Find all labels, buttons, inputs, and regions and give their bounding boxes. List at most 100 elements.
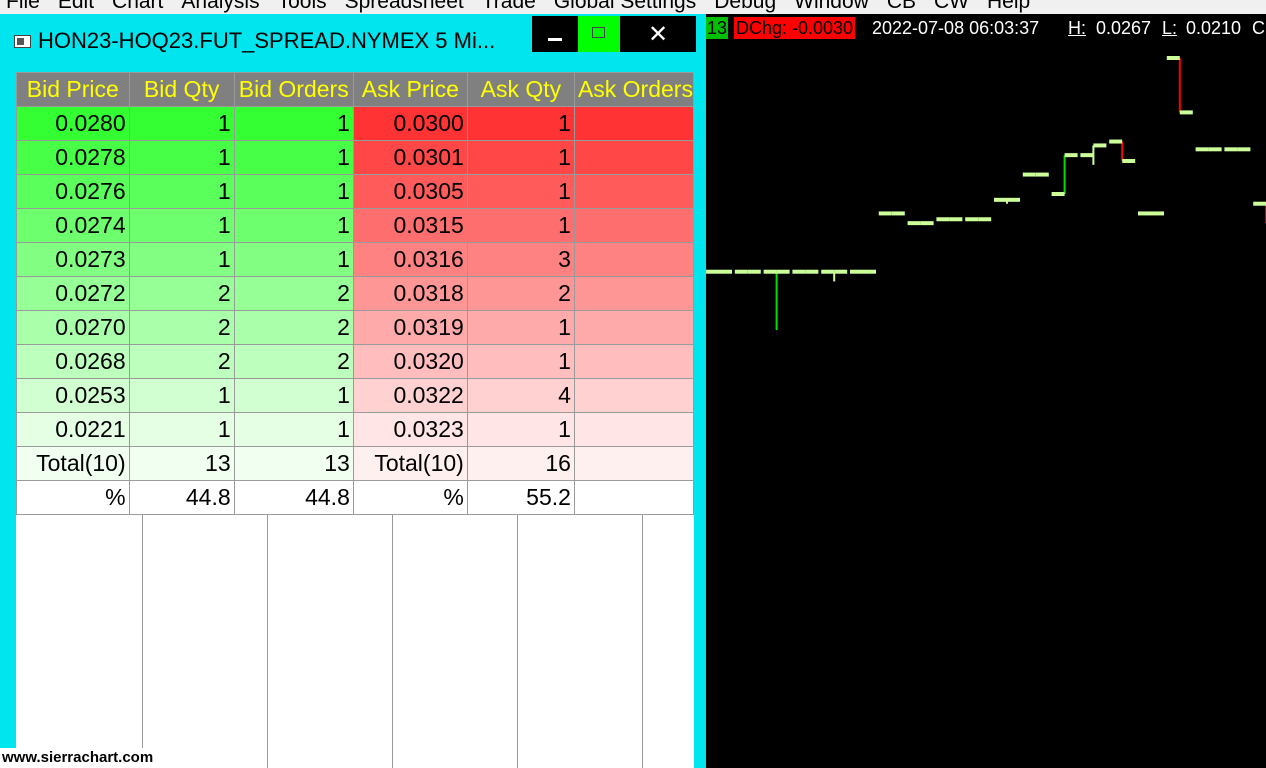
bid-price-cell[interactable]: 0.0273 <box>16 242 130 277</box>
dom-row[interactable]: 0.0273 1 1 0.0316 3 <box>16 242 694 277</box>
menu-item[interactable]: Window <box>794 0 869 14</box>
ask-orders-total[interactable] <box>573 446 694 481</box>
bid-orders-total[interactable]: 13 <box>233 446 354 481</box>
menu-item[interactable]: Analysis <box>181 0 259 14</box>
bid-orders-cell[interactable]: 2 <box>233 276 354 311</box>
bid-orders-cell[interactable]: 1 <box>233 208 354 243</box>
menu-item[interactable]: Help <box>987 0 1030 14</box>
ask-price-cell[interactable]: 0.0301 <box>352 140 468 175</box>
ask-orders-cell[interactable] <box>573 276 694 311</box>
ask-orders-cell[interactable] <box>573 174 694 209</box>
ask-orders-cell[interactable] <box>573 242 694 277</box>
dom-row[interactable]: 0.0268 2 2 0.0320 1 <box>16 344 694 379</box>
ask-qty-percent[interactable]: 55.2 <box>466 480 575 515</box>
dom-row[interactable]: 0.0253 1 1 0.0322 4 <box>16 378 694 413</box>
ask-qty-cell[interactable]: 1 <box>466 140 575 175</box>
menu-item[interactable]: Tools <box>278 0 327 14</box>
dom-row[interactable]: 0.0278 1 1 0.0301 1 <box>16 140 694 175</box>
close-button[interactable]: ✕ <box>620 16 696 52</box>
column-header[interactable]: Bid Orders <box>233 72 354 107</box>
ask-qty-cell[interactable]: 2 <box>466 276 575 311</box>
bid-qty-total[interactable]: 13 <box>128 446 235 481</box>
bid-price-cell[interactable]: 0.0268 <box>16 344 130 379</box>
menu-item[interactable]: Debug <box>714 0 776 14</box>
bid-price-cell[interactable]: 0.0280 <box>16 106 130 141</box>
bid-price-cell[interactable]: 0.0272 <box>16 276 130 311</box>
ask-price-cell[interactable]: 0.0316 <box>352 242 468 277</box>
ask-orders-percent[interactable] <box>573 480 694 515</box>
ask-qty-cell[interactable]: 1 <box>466 412 575 447</box>
menu-item[interactable]: Global Settings <box>554 0 696 14</box>
bid-qty-cell[interactable]: 1 <box>128 140 235 175</box>
menu-item[interactable]: Edit <box>58 0 94 14</box>
bid-qty-cell[interactable]: 1 <box>128 174 235 209</box>
bid-qty-percent[interactable]: 44.8 <box>128 480 235 515</box>
menu-item[interactable]: Chart <box>112 0 163 14</box>
ask-qty-cell[interactable]: 4 <box>466 378 575 413</box>
bid-orders-cell[interactable]: 1 <box>233 174 354 209</box>
ask-orders-cell[interactable] <box>573 310 694 345</box>
ask-price-cell[interactable]: 0.0319 <box>352 310 468 345</box>
column-header[interactable]: Ask Qty <box>466 72 575 107</box>
bid-orders-percent[interactable]: 44.8 <box>233 480 354 515</box>
window-titlebar[interactable]: HON23-HOQ23.FUT_SPREAD.NYMEX 5 Mi... ✕ <box>0 14 706 66</box>
menu-item[interactable]: File <box>6 0 40 14</box>
bid-orders-cell[interactable]: 1 <box>233 412 354 447</box>
bid-price-cell[interactable]: 0.0253 <box>16 378 130 413</box>
ask-qty-cell[interactable]: 1 <box>466 344 575 379</box>
depth-of-market-grid[interactable]: Bid Price Bid Qty Bid Orders Ask Price Ask Q… <box>16 72 694 768</box>
dom-row[interactable]: 0.0274 1 1 0.0315 1 <box>16 208 694 243</box>
ask-orders-cell[interactable] <box>573 378 694 413</box>
column-header[interactable]: Ask Orders <box>573 72 694 107</box>
ask-orders-cell[interactable] <box>573 344 694 379</box>
bid-qty-cell[interactable]: 2 <box>128 344 235 379</box>
minimize-button[interactable] <box>532 16 578 52</box>
ask-orders-cell[interactable] <box>573 412 694 447</box>
bid-orders-cell[interactable]: 1 <box>233 378 354 413</box>
bid-qty-cell[interactable]: 1 <box>128 106 235 141</box>
bid-orders-cell[interactable]: 1 <box>233 242 354 277</box>
bid-qty-cell[interactable]: 1 <box>128 208 235 243</box>
dom-row[interactable]: 0.0272 2 2 0.0318 2 <box>16 276 694 311</box>
bid-price-cell[interactable]: 0.0270 <box>16 310 130 345</box>
ask-total-label[interactable]: Total(10) <box>352 446 468 481</box>
dom-row[interactable]: 0.0280 1 1 0.0300 1 <box>16 106 694 141</box>
ask-price-cell[interactable]: 0.0305 <box>352 174 468 209</box>
bid-total-label[interactable]: Total(10) <box>16 446 130 481</box>
ask-percent-label[interactable]: % <box>352 480 468 515</box>
bid-orders-cell[interactable]: 2 <box>233 344 354 379</box>
ask-price-cell[interactable]: 0.0318 <box>352 276 468 311</box>
menu-item[interactable]: CB <box>887 0 916 14</box>
bid-price-cell[interactable]: 0.0278 <box>16 140 130 175</box>
maximize-button[interactable] <box>578 16 620 52</box>
ask-orders-cell[interactable] <box>573 208 694 243</box>
bid-qty-cell[interactable]: 1 <box>128 412 235 447</box>
ask-price-cell[interactable]: 0.0320 <box>352 344 468 379</box>
bid-percent-label[interactable]: % <box>16 480 130 515</box>
ask-price-cell[interactable]: 0.0300 <box>352 106 468 141</box>
menu-item[interactable]: Spreadsheet <box>345 0 464 14</box>
bid-qty-cell[interactable]: 1 <box>128 242 235 277</box>
ask-price-cell[interactable]: 0.0323 <box>352 412 468 447</box>
bid-qty-cell[interactable]: 1 <box>128 378 235 413</box>
ask-price-cell[interactable]: 0.0322 <box>352 378 468 413</box>
ask-qty-cell[interactable]: 1 <box>466 106 575 141</box>
chart-plot[interactable] <box>706 14 1266 768</box>
ask-qty-cell[interactable]: 1 <box>466 174 575 209</box>
ask-qty-cell[interactable]: 3 <box>466 242 575 277</box>
ask-price-cell[interactable]: 0.0315 <box>352 208 468 243</box>
menu-item[interactable]: Trade <box>482 0 536 14</box>
dom-row[interactable]: 0.0276 1 1 0.0305 1 <box>16 174 694 209</box>
bid-price-cell[interactable]: 0.0274 <box>16 208 130 243</box>
dom-row[interactable]: 0.0221 1 1 0.0323 1 <box>16 412 694 447</box>
dom-row[interactable]: 0.0270 2 2 0.0319 1 <box>16 310 694 345</box>
price-chart[interactable]: 13 DChg: -0.0030 2022-07-08 06:03:37 H: … <box>706 14 1266 768</box>
menu-item[interactable]: CW <box>934 0 969 14</box>
bid-orders-cell[interactable]: 1 <box>233 106 354 141</box>
ask-qty-cell[interactable]: 1 <box>466 310 575 345</box>
ask-orders-cell[interactable] <box>573 140 694 175</box>
column-header[interactable]: Ask Price <box>352 72 468 107</box>
ask-qty-cell[interactable]: 1 <box>466 208 575 243</box>
bid-orders-cell[interactable]: 1 <box>233 140 354 175</box>
column-header[interactable]: Bid Price <box>16 72 130 107</box>
